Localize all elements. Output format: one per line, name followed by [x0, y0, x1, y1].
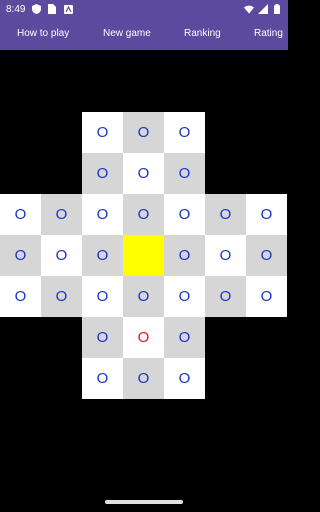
peg[interactable]: O: [0, 235, 41, 276]
peg[interactable]: O: [164, 112, 205, 153]
peg[interactable]: O: [41, 276, 82, 317]
peg[interactable]: O: [246, 235, 287, 276]
peg[interactable]: O: [205, 276, 246, 317]
peg[interactable]: O: [82, 276, 123, 317]
wifi-icon: [244, 4, 254, 14]
peg[interactable]: O: [164, 194, 205, 235]
peg[interactable]: O: [164, 358, 205, 399]
peg[interactable]: O: [82, 235, 123, 276]
menu-ranking[interactable]: Ranking: [184, 28, 221, 39]
peg[interactable]: O: [0, 276, 41, 317]
app-bar: How to play New game Ranking Rating: [0, 18, 288, 50]
peg[interactable]: O: [0, 194, 41, 235]
peg[interactable]: O: [82, 358, 123, 399]
peg[interactable]: O: [41, 194, 82, 235]
signal-icon: [258, 4, 268, 14]
selected-peg[interactable]: O: [123, 317, 164, 358]
peg[interactable]: O: [82, 317, 123, 358]
status-right: [244, 4, 282, 14]
peg[interactable]: O: [246, 276, 287, 317]
peg[interactable]: O: [123, 112, 164, 153]
menu-rating[interactable]: Rating: [254, 28, 283, 39]
peg[interactable]: O: [123, 358, 164, 399]
peg[interactable]: O: [123, 194, 164, 235]
peg[interactable]: O: [246, 194, 287, 235]
menu-new-game[interactable]: New game: [103, 28, 151, 39]
peg[interactable]: O: [82, 112, 123, 153]
accessibility-icon: [63, 4, 73, 14]
home-indicator: [105, 500, 183, 504]
empty-hole[interactable]: [123, 235, 164, 276]
peg[interactable]: O: [164, 317, 205, 358]
shield-icon: [31, 4, 41, 14]
status-bar: 8:49: [0, 0, 288, 18]
status-left: 8:49: [6, 4, 73, 15]
peg[interactable]: O: [82, 153, 123, 194]
clock: 8:49: [6, 3, 26, 15]
peg[interactable]: O: [41, 235, 82, 276]
peg[interactable]: O: [164, 153, 205, 194]
peg[interactable]: O: [164, 276, 205, 317]
peg[interactable]: O: [205, 235, 246, 276]
peg[interactable]: O: [164, 235, 205, 276]
sim-icon: [47, 4, 57, 14]
peg[interactable]: O: [82, 194, 123, 235]
menu-how-to-play[interactable]: How to play: [17, 28, 69, 39]
battery-icon: [272, 4, 282, 14]
peg[interactable]: O: [205, 194, 246, 235]
peg[interactable]: O: [123, 153, 164, 194]
peg[interactable]: O: [123, 276, 164, 317]
